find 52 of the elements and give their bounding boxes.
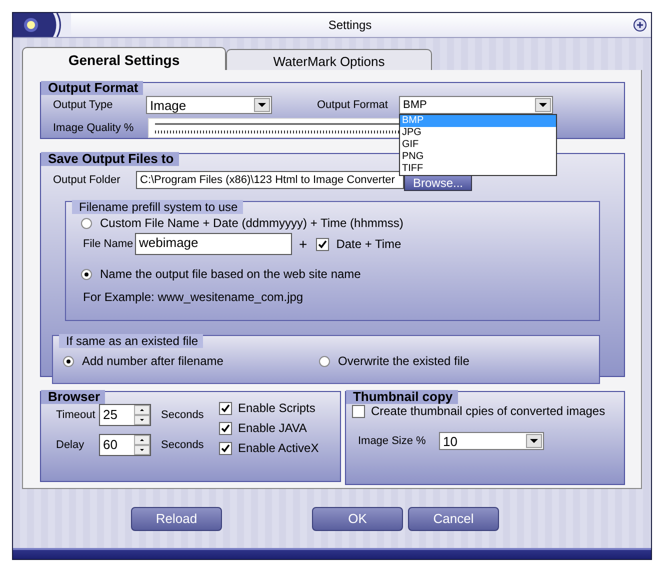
radio-button[interactable] [81,218,92,228]
group-title: If same as an existed file [59,334,204,348]
image-size-dropdown[interactable]: 10 [438,432,544,450]
unit-label: Seconds [161,439,204,451]
dropdown-option[interactable]: JPG [400,127,556,139]
checkbox-label: Enable JAVA [238,421,307,435]
checkbox[interactable] [316,238,330,250]
label: Image Size % [358,435,427,447]
radio-label: Add number after filename [82,354,224,368]
group-title: Thumbnail copy [346,390,458,404]
dialog-button[interactable]: Reload [131,506,222,530]
label: Timeout [56,409,96,421]
checkbox[interactable] [219,422,232,434]
number-spinner[interactable]: 25 [99,404,151,426]
radio-button[interactable] [319,356,330,366]
checkbox-label: Enable Scripts [238,401,316,415]
output-folder-field[interactable]: C:\Program Files (x86)\123 Html to Image Converter [136,170,404,188]
label: Image Quality % [53,122,135,134]
label: Output Format [317,99,389,111]
radio-label: Custom File Name + Date (ddmmyyyy) + Time (hhmmss) [100,216,404,230]
group-title: Save Output Files to [41,152,179,166]
dialog-button[interactable]: OK [312,506,403,530]
radio-label: Name the output file based on the web site name [100,267,361,281]
checkbox-label: Create thumbnail cpies of converted images [370,404,606,418]
checkbox[interactable] [352,404,365,418]
dropdown-option[interactable]: PNG [400,151,556,163]
plus-sign: + [299,236,308,252]
group-title: Output Format [41,81,144,95]
window-title: Settings [327,18,373,32]
radio-button[interactable] [81,268,92,280]
checkbox-label: Date + Time [336,237,402,251]
dialog-button[interactable]: Cancel [408,506,499,530]
number-spinner[interactable]: 60 [99,434,151,456]
label: File Name [83,238,134,250]
output-type-dropdown[interactable]: Image [146,96,272,114]
app-logo-icon [13,13,71,37]
unit-label: Seconds [161,409,204,421]
radio-label: Overwrite the existed file [338,354,470,368]
example-text: For Example: www_wesitename_com.jpg [83,290,304,304]
label: Output Folder [53,174,122,186]
checkbox[interactable] [219,442,232,454]
label: Delay [56,439,86,451]
dropdown-option[interactable]: GIF [400,139,556,151]
checkbox-label: Enable ActiveX [238,441,319,455]
group-title: Filename prefill system to use [72,200,243,214]
plus-icon[interactable] [633,18,647,32]
checkbox[interactable] [219,402,232,414]
group-title: Browser [41,390,106,404]
tab[interactable]: WaterMark Options [226,49,432,71]
label: Output Type [53,99,114,111]
file-name-field[interactable]: webimage [135,233,292,255]
radio-button[interactable] [63,356,74,366]
